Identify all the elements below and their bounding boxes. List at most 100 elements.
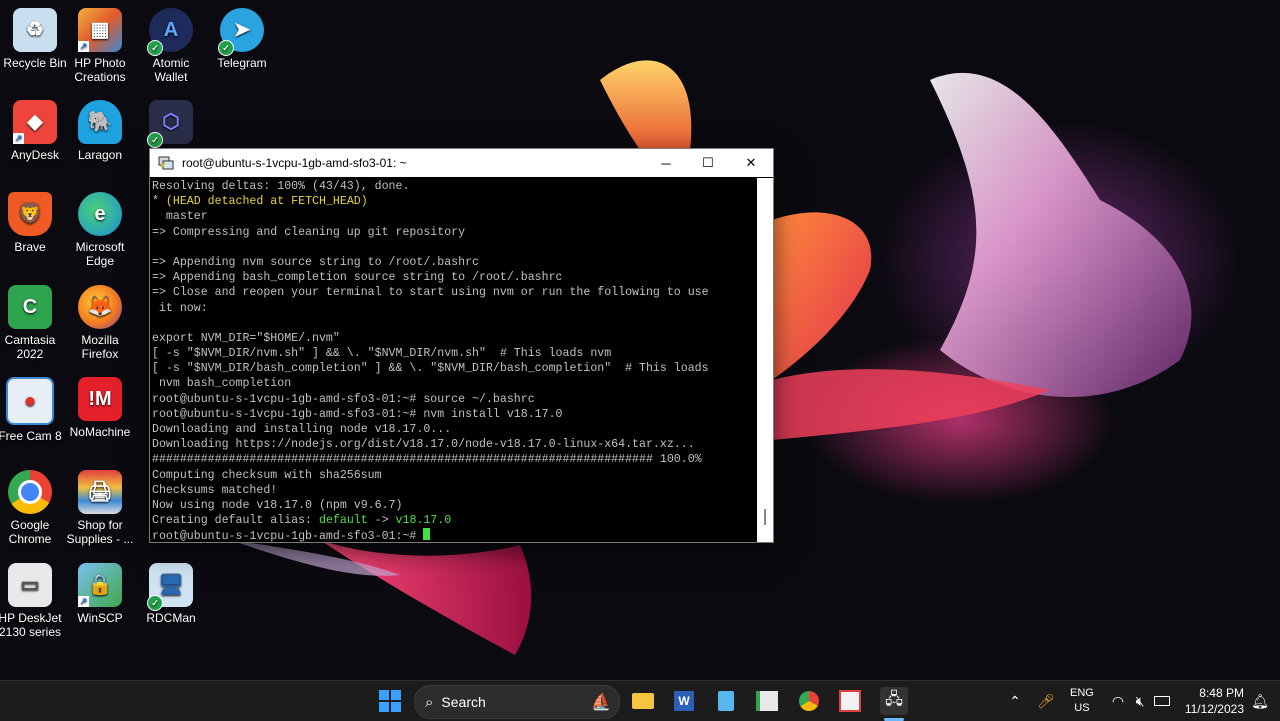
desktop-icon-telegram[interactable]: ➤ ✓ Telegram <box>207 8 277 70</box>
desktop-icon-label: HP Photo Creations <box>74 56 126 84</box>
window-titlebar[interactable]: root@ubuntu-s-1vcpu-1gb-amd-sfo3-01: ~ ─… <box>150 149 773 177</box>
winscp-icon: 🔒 ↗ <box>78 563 122 607</box>
terminal-text: root@ubuntu-s-1vcpu-1gb-amd-sfo3-01:~# s… <box>152 392 535 406</box>
desktop-icon-label: Mozilla Firefox <box>81 333 119 361</box>
terminal-line: [ -s "$NVM_DIR/nvm.sh" ] && \. "$NVM_DIR… <box>152 346 758 361</box>
taskbar-notepad[interactable] <box>714 689 738 713</box>
notifications-button[interactable]: 🔔︎ <box>1248 689 1272 713</box>
search-highlight-icon: ⛵ <box>591 694 611 711</box>
desktop-icon-label: Atomic Wallet <box>152 56 190 84</box>
terminal-line: nvm bash_completion <box>152 376 758 391</box>
firefox-icon: 🦊 <box>78 285 122 329</box>
taskbar-snipping[interactable] <box>838 689 862 713</box>
terminal-text: * <box>152 195 166 209</box>
microphone-icon: 🎤︎ <box>1037 692 1055 709</box>
maximize-icon: ☐ <box>702 155 714 170</box>
minimize-button[interactable]: ─ <box>644 149 688 177</box>
terminal-line: root@ubuntu-s-1vcpu-1gb-amd-sfo3-01:~# <box>152 528 758 543</box>
desktop-icon-label: HP DeskJet 2130 series <box>0 611 62 639</box>
terminal-cursor <box>423 528 431 541</box>
terminal-text: ########################################… <box>152 453 702 467</box>
terminal-line: Downloading and installing node v18.17.0… <box>152 422 758 437</box>
battery-button[interactable] <box>1150 689 1174 713</box>
brave-icon: 🦁 <box>8 192 52 236</box>
taskbar-search-box[interactable]: ⌕ Search ⛵ <box>414 685 620 719</box>
desktop-icon-firefox[interactable]: 🦊 Mozilla Firefox <box>65 285 135 361</box>
volume-muted-icon: 🔇︎ <box>1135 692 1145 709</box>
terminal-text: -> <box>367 514 396 528</box>
desktop-icon-label: Telegram <box>217 56 267 70</box>
chrome-icon <box>799 691 819 711</box>
terminal-text: Resolving deltas: 100% (43/43), done. <box>152 180 410 193</box>
desktop-icon-label: Brave <box>14 240 46 254</box>
terminal-text: it now: <box>152 301 208 315</box>
scrollbar-thumb[interactable] <box>764 509 766 525</box>
terminal-text: [ -s "$NVM_DIR/nvm.sh" ] && \. "$NVM_DIR… <box>152 347 612 361</box>
clock[interactable]: 8:48 PM 11/12/2023 <box>1185 685 1244 717</box>
desktop-icon-brave[interactable]: 🦁 Brave <box>0 192 65 254</box>
desktop-icon-free-cam[interactable]: ● Free Cam 8 <box>0 377 65 443</box>
nomachine-icon: !M <box>78 377 122 421</box>
desktop-icon-winscp[interactable]: 🔒 ↗ WinSCP <box>65 563 135 625</box>
desktop-icon-camtasia[interactable]: C Camtasia 2022 <box>0 285 65 361</box>
terminal-line: * (HEAD detached at FETCH_HEAD) <box>152 194 758 209</box>
desktop-icon-exodus[interactable]: ⬡ ✓ <box>136 100 206 148</box>
desktop-icon-laragon[interactable]: 🐘 Laragon <box>65 100 135 162</box>
terminal-line: Checksums matched! <box>152 483 758 498</box>
search-icon: ⌕ <box>425 693 434 711</box>
desktop-icon-label: Laragon <box>77 148 123 162</box>
terminal-text: Now using node v18.17.0 (npm v9.6.7) <box>152 498 403 512</box>
putty-icon: 🖧 <box>885 690 903 708</box>
desktop-icon-hp-photo[interactable]: ▦ ↗ HP Photo Creations <box>65 8 135 84</box>
terminal-line: => Appending nvm source string to /root/… <box>152 255 758 270</box>
desktop-icon-label: Free Cam 8 <box>0 429 62 443</box>
desktop-icon-shop-supplies[interactable]: 🖨 Shop for Supplies - ... <box>65 470 135 546</box>
taskbar-file-explorer[interactable] <box>631 689 655 713</box>
window-title: root@ubuntu-s-1vcpu-1gb-amd-sfo3-01: ~ <box>182 156 407 170</box>
desktop-icon-rdcman[interactable]: 🖥 ✓ RDCMan <box>136 563 206 625</box>
taskbar-putty[interactable]: 🖧 <box>880 687 908 715</box>
taskbar: ⌕ Search ⛵ W 🖧 ⌃ 🎤︎ ENG US ◠ 🔇︎ 8:48 PM … <box>0 680 1280 721</box>
maximize-button[interactable]: ☐ <box>686 149 730 177</box>
volume-button[interactable]: 🔇︎ <box>1128 689 1152 713</box>
desktop-icon-label: Recycle Bin <box>3 56 67 70</box>
desktop-icon-label: NoMachine <box>69 425 131 439</box>
start-button[interactable] <box>378 689 402 713</box>
terminal-text: Computing checksum with sha256sum <box>152 468 382 482</box>
terminal-window[interactable]: root@ubuntu-s-1vcpu-1gb-amd-sfo3-01: ~ ─… <box>149 148 774 543</box>
terminal-line: Creating default alias: default -> v18.1… <box>152 513 758 528</box>
clock-date: 11/12/2023 <box>1184 702 1244 716</box>
close-button[interactable]: ✕ <box>729 149 773 177</box>
edge-icon: e <box>78 192 122 236</box>
terminal-output[interactable]: Resolving deltas: 100% (43/43), done. * (… <box>150 178 758 543</box>
clock-time: 8:48 PM <box>1199 686 1244 700</box>
anydesk-icon: ◆ ↗ <box>13 100 57 144</box>
desktop-icon-recycle-bin[interactable]: ♻ Recycle Bin <box>0 8 70 70</box>
taskbar-chrome[interactable] <box>797 689 821 713</box>
taskbar-sheets[interactable] <box>755 689 779 713</box>
vertical-scrollbar[interactable] <box>757 178 773 542</box>
terminal-line: root@ubuntu-s-1vcpu-1gb-amd-sfo3-01:~# n… <box>152 407 758 422</box>
wifi-button[interactable]: ◠ <box>1106 689 1130 713</box>
desktop-icon-chrome[interactable]: Google Chrome <box>0 470 65 546</box>
terminal-text: [ -s "$NVM_DIR/bash_completion" ] && \. … <box>152 362 709 376</box>
microphone-button[interactable]: 🎤︎ <box>1034 689 1058 713</box>
desktop-icon-anydesk[interactable]: ◆ ↗ AnyDesk <box>0 100 70 162</box>
snipping-icon <box>839 690 861 712</box>
language-indicator[interactable]: ENG US <box>1070 686 1094 716</box>
notepad-icon <box>718 691 734 711</box>
camtasia-icon: C <box>8 285 52 329</box>
terminal-text: nvm bash_completion <box>152 377 292 391</box>
desktop-icon-edge[interactable]: e Microsoft Edge <box>65 192 135 268</box>
terminal-text: default <box>318 514 368 528</box>
show-hidden-icons-button[interactable]: ⌃ <box>1003 689 1027 713</box>
hp-photo-icon: ▦ ↗ <box>78 8 122 52</box>
chevron-up-icon: ⌃ <box>1009 692 1021 709</box>
desktop-icon-nomachine[interactable]: !M NoMachine <box>65 377 135 439</box>
desktop-icon-label: RDCMan <box>146 611 196 625</box>
taskbar-word[interactable]: W <box>672 689 696 713</box>
close-icon: ✕ <box>745 155 757 170</box>
desktop-icon-atomic-wallet[interactable]: A ✓ Atomic Wallet <box>136 8 206 84</box>
desktop-icon-hp-deskjet[interactable]: ▭ HP DeskJet 2130 series <box>0 563 65 639</box>
